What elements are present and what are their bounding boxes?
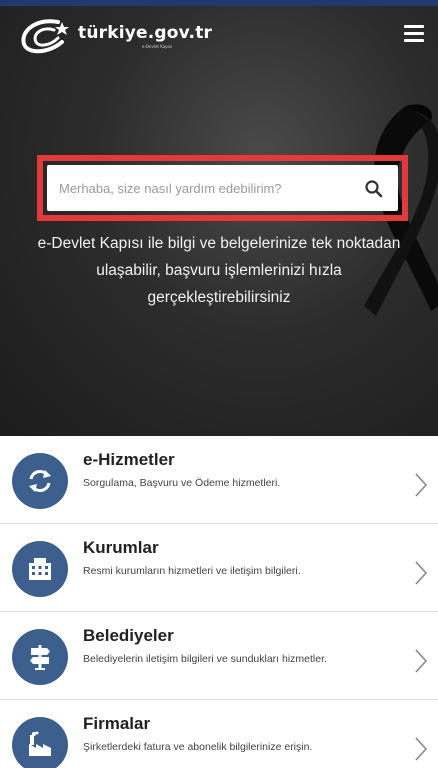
service-item-kurumlar[interactable]: Kurumlar Resmi kurumların hizmetleri ve …: [0, 524, 438, 612]
logo-text: türkiye.gov.tr: [78, 23, 213, 43]
chevron-right-icon[interactable]: [414, 648, 428, 674]
service-title: Belediyeler: [83, 626, 174, 645]
tagline-line-2: ulaşabilir, başvuru işlemlerinizi hızla: [96, 262, 342, 279]
signpost-icon: [30, 645, 50, 670]
service-description: Belediyelerin iletişim bilgileri ve sund…: [83, 653, 327, 665]
search-icon[interactable]: [364, 179, 384, 199]
search-input[interactable]: [47, 165, 398, 211]
service-icon-circle: [12, 717, 68, 768]
site-logo[interactable]: türkiye.gov.tr e-Devlet Kapısı: [18, 16, 218, 56]
logo-swoosh-icon: [21, 19, 69, 54]
service-description: Sorgulama, Başvuru ve Ödeme hizmetleri.: [83, 477, 281, 489]
hamburger-menu-icon[interactable]: [404, 25, 424, 43]
logo-tagline: e-Devlet Kapısı: [142, 44, 173, 49]
service-title: e-Hizmetler: [83, 450, 175, 469]
service-description: Resmi kurumların hizmetleri ve iletişim …: [83, 565, 301, 577]
building-icon: [29, 558, 51, 580]
service-item-e-hizmetler[interactable]: e-Hizmetler Sorgulama, Başvuru ve Ödeme …: [0, 436, 438, 524]
service-description: Şirketlerdeki fatura ve abonelik bilgile…: [83, 741, 313, 753]
site-header: türkiye.gov.tr e-Devlet Kapısı: [0, 6, 438, 64]
service-title: Kurumlar: [83, 538, 159, 557]
tagline-line-1: e-Devlet Kapısı ile bilgi ve belgelerini…: [37, 235, 401, 252]
refresh-arrows-icon: [29, 470, 51, 492]
hero-tagline: e-Devlet Kapısı ile bilgi ve belgelerini…: [0, 230, 438, 311]
service-icon-circle: [12, 541, 68, 597]
search-box: [47, 165, 398, 211]
service-title: Firmalar: [83, 714, 151, 733]
factory-icon: [29, 731, 51, 756]
search-highlight-frame: [37, 155, 408, 221]
service-list: e-Hizmetler Sorgulama, Başvuru ve Ödeme …: [0, 436, 438, 768]
chevron-right-icon[interactable]: [414, 736, 428, 762]
service-icon-circle: [12, 453, 68, 509]
chevron-right-icon[interactable]: [414, 472, 428, 498]
tagline-line-3: gerçekleştirebilirsiniz: [147, 289, 291, 306]
service-item-firmalar[interactable]: Firmalar Şirketlerdeki fatura ve aboneli…: [0, 700, 438, 768]
service-icon-circle: [12, 629, 68, 685]
chevron-right-icon[interactable]: [414, 560, 428, 586]
service-item-belediyeler[interactable]: Belediyeler Belediyelerin iletişim bilgi…: [0, 612, 438, 700]
hero-section: türkiye.gov.tr e-Devlet Kapısı e-Devlet …: [0, 6, 438, 436]
